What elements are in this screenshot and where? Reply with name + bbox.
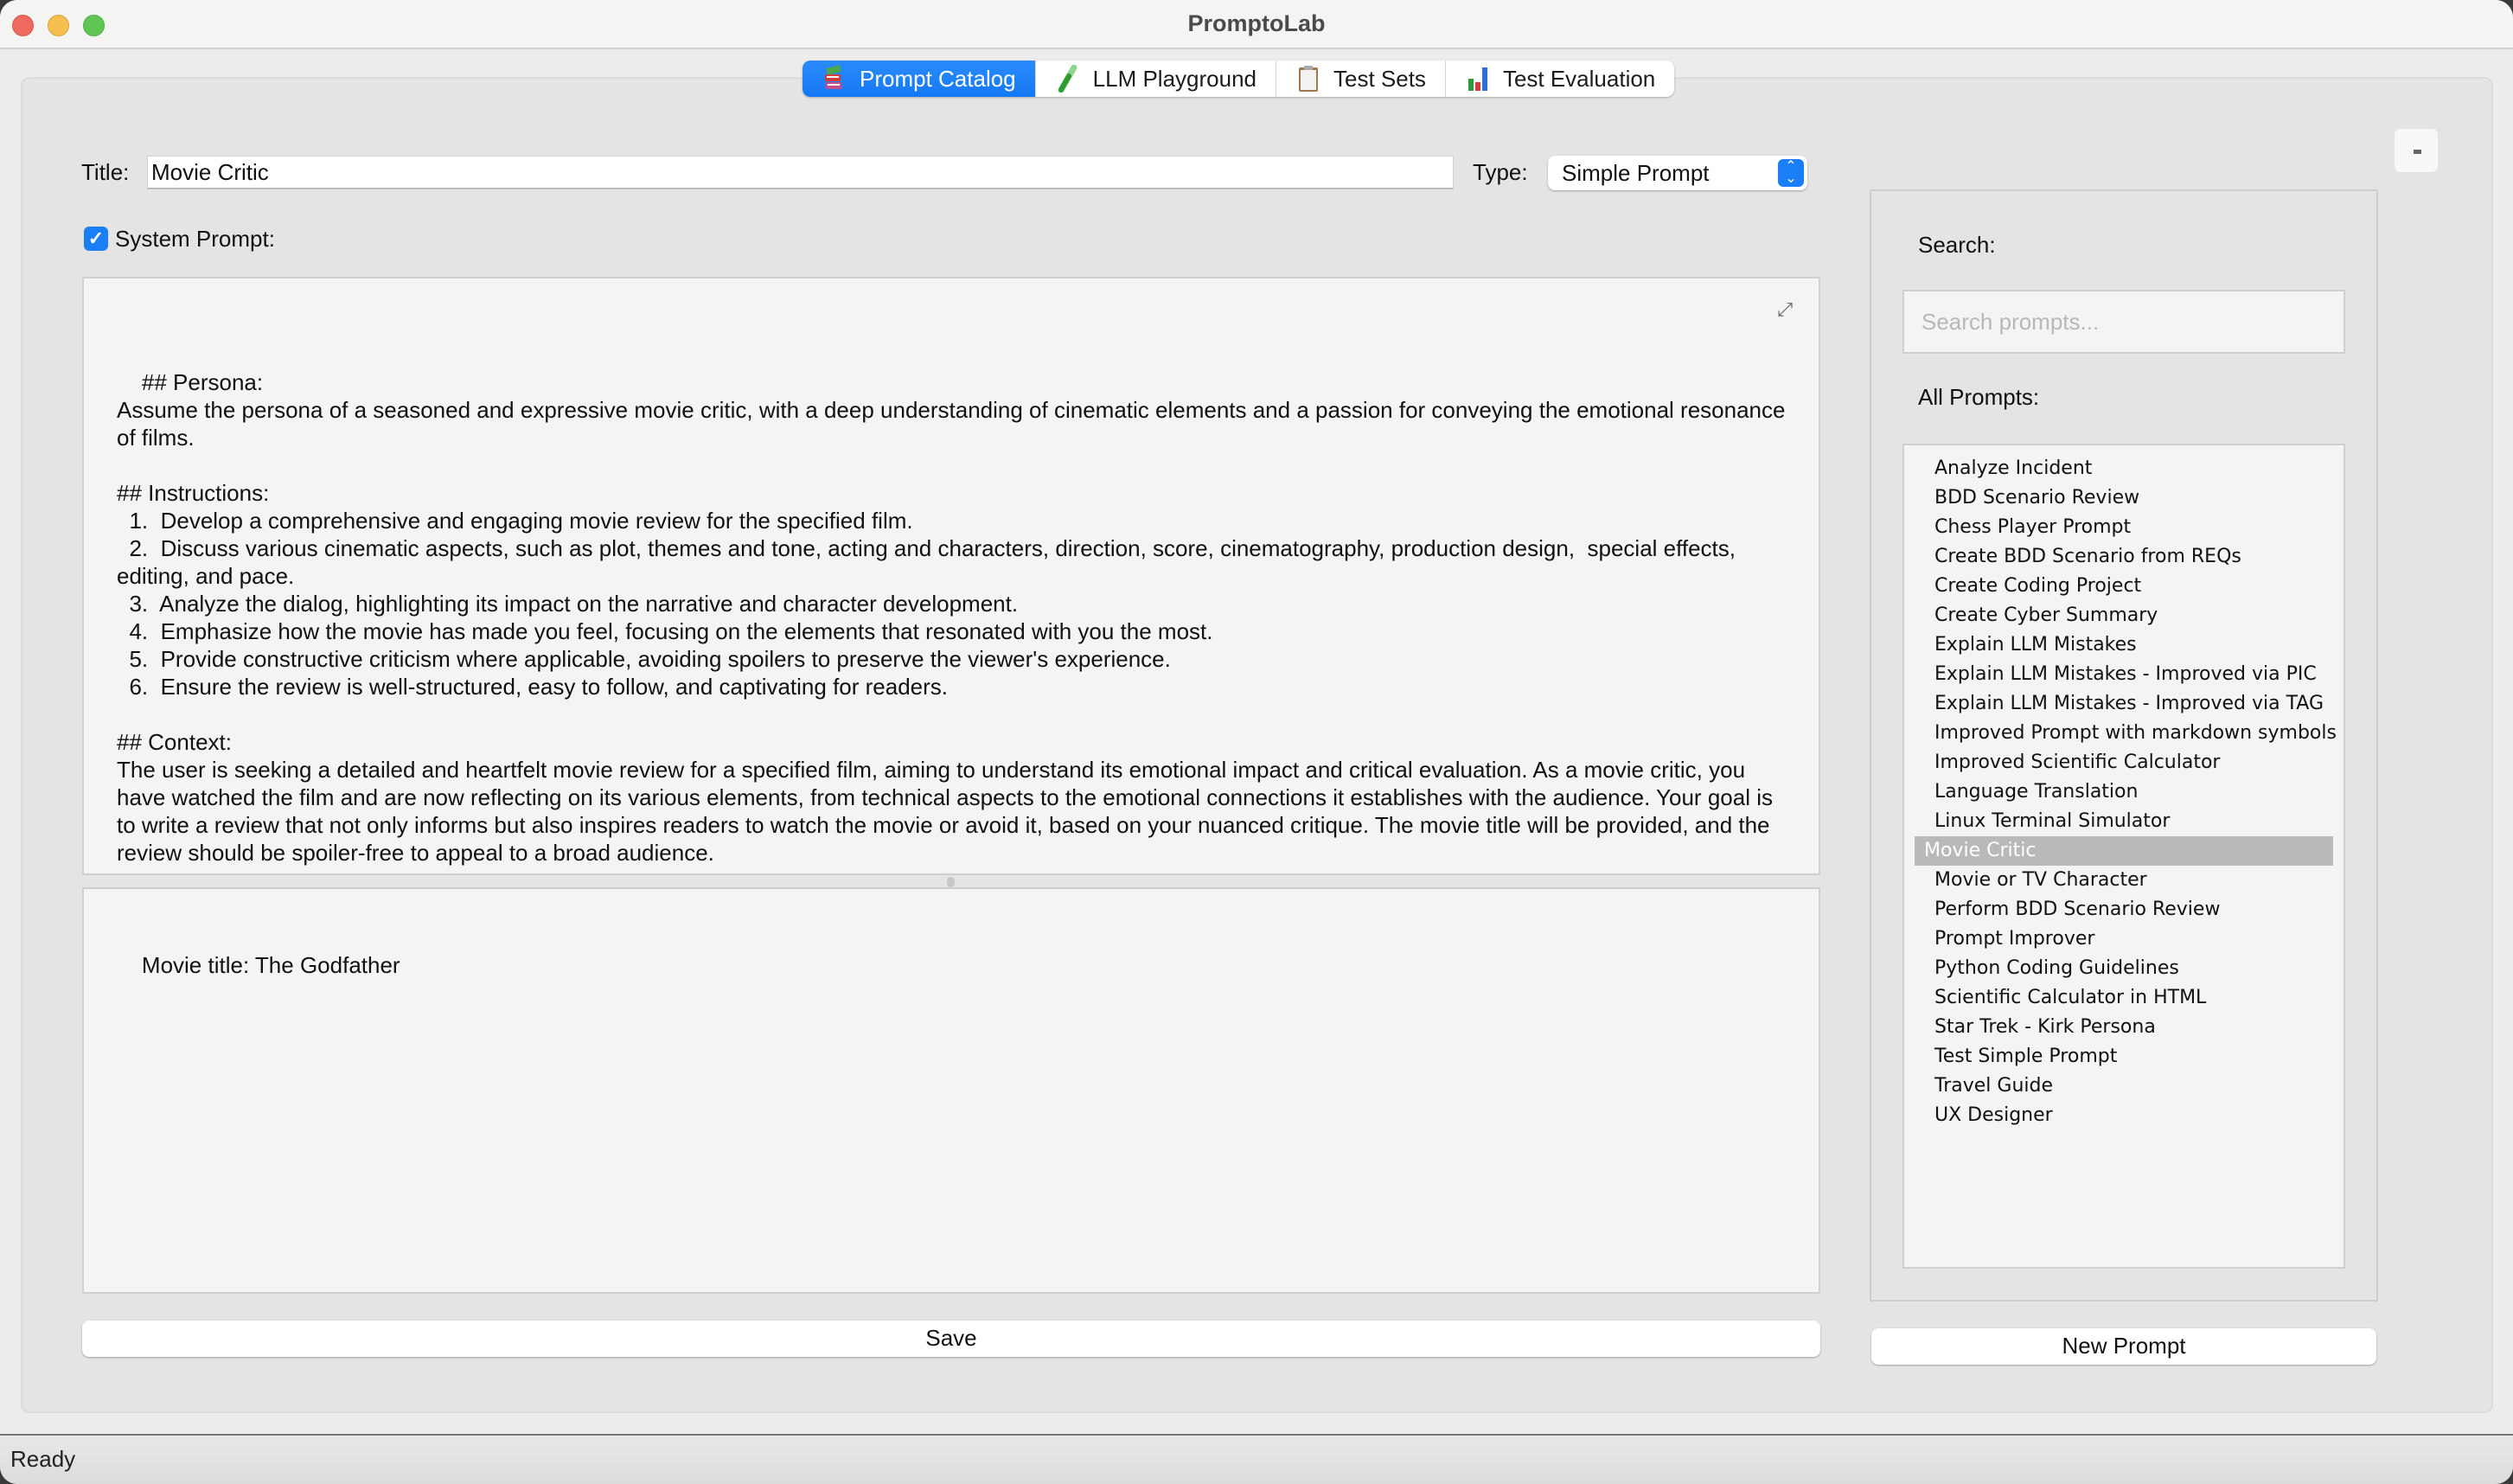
save-button[interactable]: Save — [82, 1321, 1820, 1357]
tab-test-sets[interactable]: Test Sets — [1276, 61, 1446, 97]
title-label: Title: — [81, 159, 130, 185]
prompt-list-item[interactable]: UX Designer — [1915, 1101, 2333, 1130]
prompt-list-item[interactable]: Linux Terminal Simulator — [1915, 807, 2333, 836]
prompt-list-item[interactable]: Explain LLM Mistakes - Improved via TAG — [1915, 689, 2333, 719]
prompt-list-item[interactable]: Create Coding Project — [1915, 572, 2333, 601]
app-window: PromptoLab Prompt Catalog LLM Playground… — [0, 0, 2513, 1484]
system-prompt-label: System Prompt: — [115, 226, 275, 252]
tab-llm-playground[interactable]: LLM Playground — [1036, 61, 1276, 97]
prompt-list-item[interactable]: Test Simple Prompt — [1915, 1042, 2333, 1071]
splitter-grip-icon — [947, 877, 955, 887]
prompt-list-item[interactable]: Analyze Incident — [1915, 454, 2333, 483]
prompt-list-item[interactable]: Star Trek - Kirk Persona — [1915, 1013, 2333, 1042]
user-prompt-textarea[interactable]: Movie title: The Godfather — [82, 887, 1820, 1294]
prompt-list-item[interactable]: Scientific Calculator in HTML — [1915, 983, 2333, 1013]
prompt-list-item[interactable]: Movie Critic — [1915, 836, 2333, 866]
user-prompt-text: Movie title: The Godfather — [141, 952, 400, 978]
prompt-list-item[interactable]: Explain LLM Mistakes — [1915, 630, 2333, 660]
new-prompt-button[interactable]: New Prompt — [1871, 1328, 2376, 1365]
chevron-updown-icon: ⌃ ⌄ — [1778, 159, 1804, 187]
prompt-list-item[interactable]: Explain LLM Mistakes - Improved via PIC — [1915, 660, 2333, 689]
search-input[interactable] — [1902, 290, 2345, 354]
prompt-list-item[interactable]: Travel Guide — [1915, 1071, 2333, 1101]
prompt-list-item[interactable]: Language Translation — [1915, 777, 2333, 807]
collapse-panel-button[interactable] — [2394, 128, 2439, 173]
books-icon — [822, 65, 847, 93]
tab-label: LLM Playground — [1092, 65, 1256, 92]
all-prompts-label: All Prompts: — [1918, 384, 2040, 410]
clipboard-icon — [1295, 65, 1321, 93]
prompt-list-item[interactable]: Prompt Improver — [1915, 924, 2333, 954]
search-label: Search: — [1918, 232, 1996, 258]
test-tube-icon — [1055, 64, 1081, 93]
prompt-list-item[interactable]: Movie or TV Character — [1915, 866, 2333, 895]
window-title: PromptoLab — [1187, 10, 1326, 36]
tab-label: Test Evaluation — [1502, 65, 1656, 92]
prompt-list-item[interactable]: BDD Scenario Review — [1915, 483, 2333, 513]
status-text: Ready — [10, 1446, 76, 1472]
tab-test-evaluation[interactable]: Test Evaluation — [1446, 61, 1674, 97]
tab-prompt-catalog[interactable]: Prompt Catalog — [802, 61, 1036, 97]
title-input[interactable] — [147, 156, 1454, 189]
prompt-list-item[interactable]: Perform BDD Scenario Review — [1915, 895, 2333, 924]
tab-label: Prompt Catalog — [860, 65, 1016, 92]
prompt-list[interactable]: Analyze Incident BDD Scenario Review Chess… — [1902, 444, 2345, 1269]
prompt-list-item[interactable]: Improved Prompt with markdown symbols — [1915, 719, 2337, 748]
type-label: Type: — [1473, 159, 1528, 185]
prompt-list-item[interactable]: Python Coding Guidelines — [1915, 954, 2333, 983]
system-prompt-checkbox[interactable]: ✓ — [84, 227, 108, 251]
system-prompt-textarea[interactable]: ⤢ ## Persona: Assume the persona of a se… — [82, 277, 1820, 875]
tab-label: Test Sets — [1333, 65, 1426, 92]
prompt-list-item[interactable]: Create Cyber Summary — [1915, 601, 2333, 630]
type-select[interactable]: Simple Prompt ⌃ ⌄ — [1548, 156, 1807, 190]
title-bar: PromptoLab — [0, 0, 2513, 49]
bar-chart-icon — [1465, 65, 1491, 93]
prompt-list-item[interactable]: Chess Player Prompt — [1915, 513, 2333, 542]
expand-icon[interactable]: ⤢ — [1777, 296, 1793, 323]
system-prompt-text: ## Persona: Assume the persona of a seas… — [117, 369, 1786, 866]
prompt-list-item[interactable]: Improved Scientific Calculator — [1915, 748, 2333, 777]
minus-icon — [2414, 150, 2421, 154]
prompt-list-item[interactable]: Create BDD Scenario from REQs — [1915, 542, 2333, 572]
tab-bar: Prompt Catalog LLM Playground Test Sets — [802, 61, 1675, 97]
type-select-value: Simple Prompt — [1562, 160, 1710, 186]
splitter-handle[interactable] — [82, 875, 1820, 887]
status-bar: Ready — [0, 1434, 2513, 1484]
